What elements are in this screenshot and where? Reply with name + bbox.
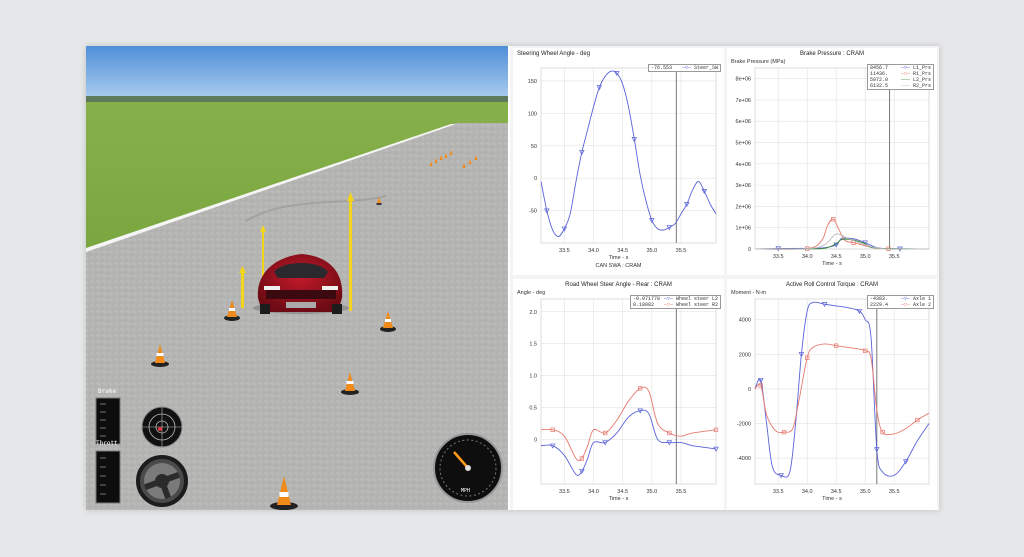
y-tick-label: 4e+06: [736, 162, 751, 168]
legend-value: 0.18082: [632, 302, 654, 308]
sim-scene: [86, 46, 508, 510]
y-tick-label: -50: [529, 209, 537, 215]
y-tick-label: 0: [748, 387, 751, 393]
x-tick-label: 35.0: [646, 489, 657, 495]
series-line: [754, 218, 930, 250]
y-tick-label: 2e+06: [736, 204, 751, 210]
x-tick-label: 35.5: [889, 489, 900, 495]
chart-legend: -4383. —▽— Axle 1 2229.4 —□— Axle 2: [866, 295, 934, 309]
speedometer-unit: MPH: [461, 488, 471, 494]
plot-frame: [540, 67, 717, 244]
x-tick-label: 34.0: [802, 489, 813, 495]
y-tick-label: 1.5: [529, 342, 537, 348]
plot-frame: [540, 298, 717, 485]
legend-swatch: ———: [900, 83, 910, 89]
sky: [86, 46, 508, 98]
x-tick-label: 34.0: [588, 248, 599, 254]
series-line: [540, 409, 717, 476]
legend-value: 6132.5: [869, 83, 888, 89]
x-tick-label: 34.5: [831, 489, 842, 495]
y-tick-label: 7e+06: [736, 98, 751, 104]
app-window: Brake Thrott MPH Steering Wheel Angle - …: [86, 46, 939, 510]
y-tick-label: 3e+06: [736, 183, 751, 189]
throttle-gauge: [95, 450, 121, 504]
legend-item: 2229.4 —□— Axle 2: [870, 302, 931, 308]
chart-xlabel: Time - s: [608, 496, 629, 502]
plots-area: Steering Wheel Angle - deg 33.5 34.0 34.5 35…: [510, 46, 939, 510]
gg-diagram-icon: [141, 406, 183, 448]
y-tick-label: 5e+06: [736, 141, 751, 147]
legend-item: -76.553 —▽— Steer_SW: [651, 65, 718, 71]
x-tick-label: 35.5: [676, 248, 687, 254]
chart-legend: -76.553 —▽— Steer_SW: [647, 64, 721, 72]
chart-rear-road-wheel-steer[interactable]: Road Wheel Steer Angle - Rear : CRAM Angl…: [513, 279, 724, 510]
legend-swatch: —▽—: [681, 65, 691, 71]
chart-svg: 33.5 34.0 34.5 35.0 35.5 -50 0 50 100 150: [528, 67, 717, 254]
y-tick-label: 0: [534, 176, 537, 182]
y-tick-label: 4000: [739, 318, 751, 324]
x-tick-label: 35.0: [860, 254, 871, 260]
y-tick-label: 0: [748, 247, 751, 253]
chart-legend: 8456.7 —▽— L1_Prs 11436. —□— R1_Prs 5972.0 ——— L…: [866, 64, 934, 90]
plot-frame: [754, 67, 930, 250]
legend-swatch: —□—: [663, 302, 673, 308]
legend-name: Steer_SW: [693, 65, 718, 71]
series-line: [540, 386, 717, 462]
x-tick-label: 34.0: [802, 254, 813, 260]
series-line: [540, 70, 717, 237]
x-tick-label: 33.5: [559, 248, 570, 254]
x-tick-label: 35.0: [646, 248, 657, 254]
chart-xlabel: Time - s: [608, 255, 629, 261]
simulation-viewport[interactable]: Brake Thrott MPH: [86, 46, 508, 510]
x-tick-label: 35.5: [676, 489, 687, 495]
y-tick-label: -4000: [737, 456, 751, 462]
chart-svg: 33.5 34.0 34.5 35.0 35.5 -4000 -2000 0 2000 4000: [737, 298, 930, 495]
steering-wheel-icon: [136, 455, 188, 507]
chart-xlabel: Time - s: [822, 496, 842, 502]
y-tick-label: 1.0: [529, 374, 537, 380]
legend-item: 0.18082 —□— Wheel steer R2: [633, 302, 718, 308]
legend-value: -76.553: [650, 65, 672, 71]
brake-gauge-label: Brake: [98, 388, 117, 395]
legend-value: 2229.4: [869, 302, 888, 308]
brake-gauge: [95, 397, 121, 445]
chart-active-roll-control[interactable]: Active Roll Control Torque : CRAM Moment …: [727, 279, 937, 510]
y-tick-label: 0: [534, 437, 537, 443]
chart-svg: 33.5 34.0 34.5 35.0 35.5 0 0.5 1.0 1.5 2.0: [529, 298, 719, 495]
throttle-gauge-label: Thrott: [96, 440, 118, 447]
x-tick-label: 33.5: [559, 489, 570, 495]
y-tick-label: 150: [528, 79, 537, 85]
x-tick-label: 34.0: [588, 489, 599, 495]
chart-xlabel: Time - s: [822, 261, 842, 267]
y-tick-label: 2000: [739, 352, 751, 358]
y-tick-label: 50: [531, 144, 537, 150]
chart-steering-wheel-angle[interactable]: Steering Wheel Angle - deg 33.5 34.0 34.5 35…: [513, 48, 724, 275]
x-tick-label: 35.0: [860, 489, 871, 495]
y-tick-label: 2.0: [529, 310, 537, 316]
legend-item: 6132.5 ——— R2_Prs: [870, 83, 931, 89]
series-line: [754, 343, 930, 436]
y-tick-label: 6e+06: [736, 119, 751, 125]
x-tick-label: 35.5: [889, 254, 900, 260]
plot-frame: [754, 298, 930, 485]
legend-name: Wheel steer R2: [675, 302, 718, 308]
x-tick-label: 34.5: [831, 254, 842, 260]
legend-name: Axle 2: [912, 302, 931, 308]
chart-brake-pressure[interactable]: Brake Pressure : CRAM Brake Pressure (MPa…: [727, 48, 937, 275]
x-tick-label: 33.5: [773, 489, 784, 495]
chart-legend: -0.071778 —▽— Wheel steer L2 0.18082 —□— Whee…: [629, 295, 721, 309]
legend-name: R2_Prs: [912, 83, 931, 89]
series-line: [754, 301, 930, 478]
series-line: [754, 238, 930, 250]
y-tick-label: 100: [528, 111, 537, 117]
y-tick-label: 8e+06: [736, 77, 751, 83]
x-tick-label: 34.5: [617, 489, 628, 495]
chart-footer: CAN SWA : CRAM: [595, 263, 642, 269]
y-tick-label: 1e+06: [736, 226, 751, 232]
y-tick-label: 0.5: [529, 405, 537, 411]
x-tick-label: 34.5: [617, 248, 628, 254]
x-tick-label: 33.5: [773, 254, 784, 260]
legend-swatch: —□—: [900, 302, 910, 308]
y-tick-label: -2000: [737, 421, 751, 427]
